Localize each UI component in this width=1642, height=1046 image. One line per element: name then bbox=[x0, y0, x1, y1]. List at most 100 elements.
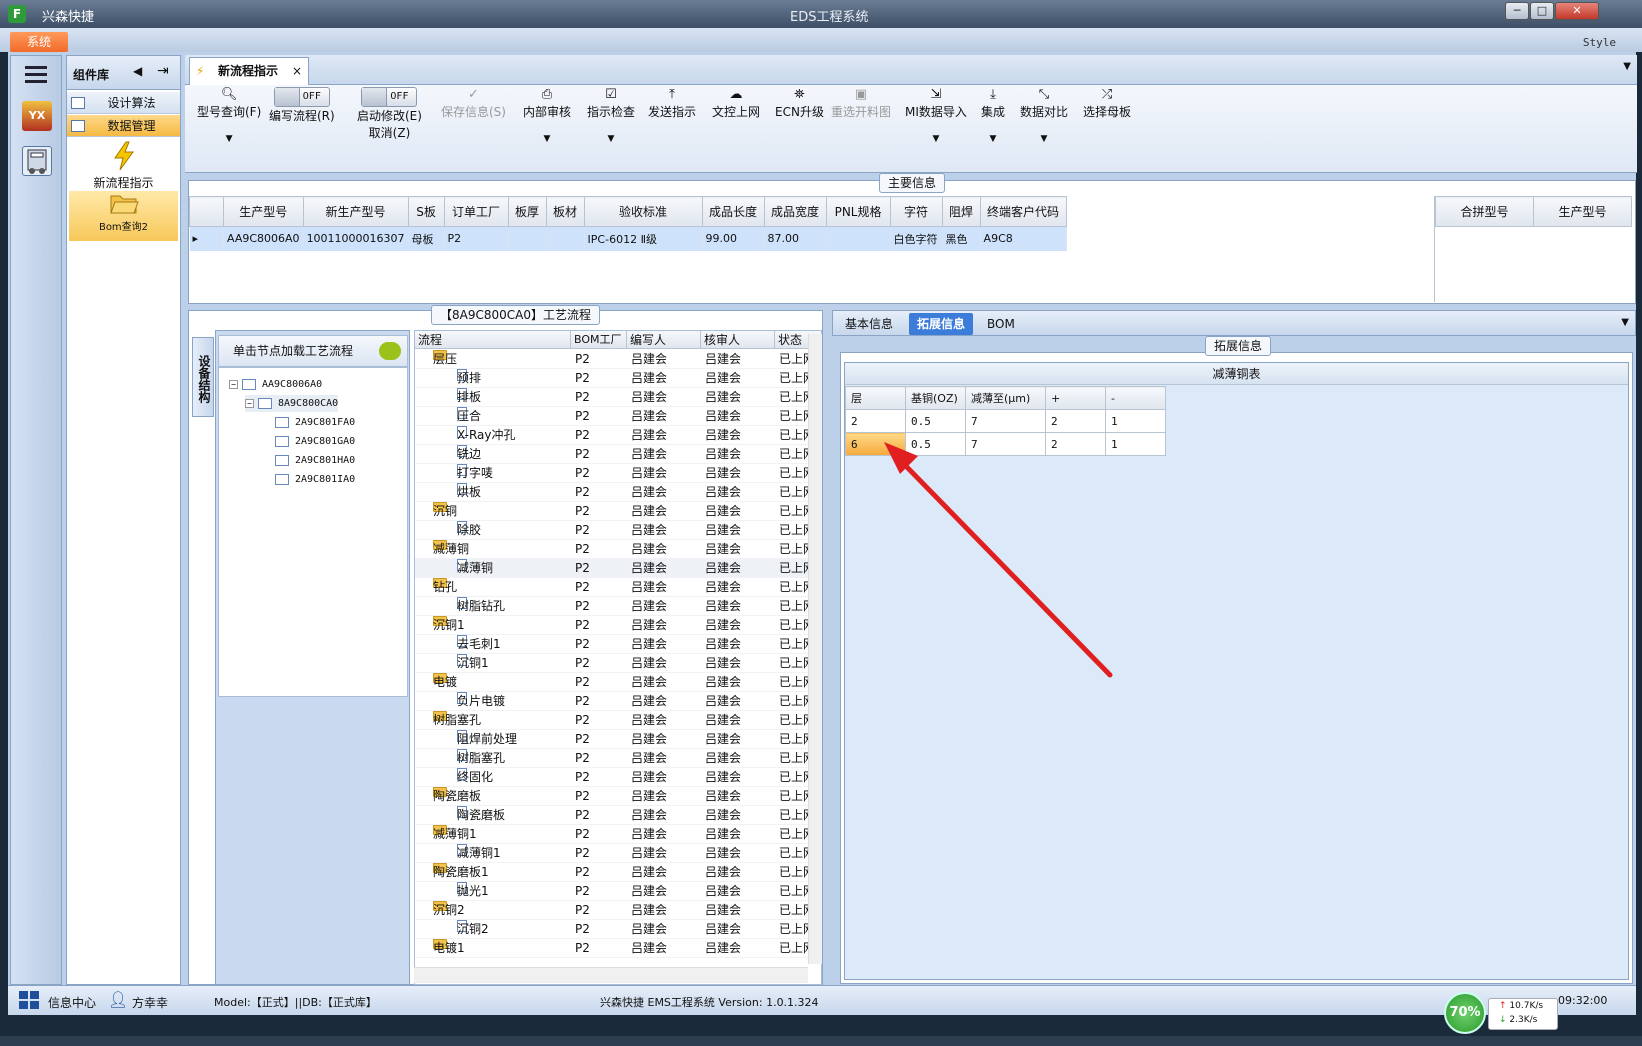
select-mother-board-button[interactable]: ⤮ 选择母板 bbox=[1083, 87, 1131, 120]
table-row[interactable]: 阻焊前处理 P2 吕建会 吕建会 已上网 bbox=[415, 730, 815, 749]
table-cell[interactable]: 7 bbox=[965, 409, 1046, 433]
table-row[interactable]: −树脂塞孔P2吕建会吕建会已上网 bbox=[415, 711, 815, 730]
table-row[interactable]: −沉铜2P2吕建会吕建会已上网 bbox=[415, 901, 815, 920]
table-row[interactable]: −减薄铜P2吕建会吕建会已上网 bbox=[415, 540, 815, 559]
ecn-upgrade-button[interactable]: ⛯ ECN升级 bbox=[775, 87, 824, 120]
table-row[interactable]: 铣边 P2 吕建会 吕建会 已上网 bbox=[415, 445, 815, 464]
table-row[interactable]: 沉铜2 P2 吕建会 吕建会 已上网 bbox=[415, 920, 815, 939]
table-cell[interactable] bbox=[826, 226, 891, 251]
minimize-button[interactable]: ─ bbox=[1505, 2, 1529, 20]
table-row[interactable]: 终固化 P2 吕建会 吕建会 已上网 bbox=[415, 768, 815, 787]
table-row[interactable]: −电镀P2吕建会吕建会已上网 bbox=[415, 673, 815, 692]
tab-basic-info[interactable]: 基本信息 bbox=[837, 313, 901, 335]
table-cell[interactable]: A9C8 bbox=[980, 226, 1067, 251]
tab-bom[interactable]: BOM bbox=[979, 313, 1023, 335]
tab-dropdown-icon[interactable]: ▼ bbox=[1621, 317, 1629, 328]
table-row[interactable]: 排板 P2 吕建会 吕建会 已上网 bbox=[415, 388, 815, 407]
table-cell[interactable]: P2 bbox=[444, 226, 509, 251]
table-cell[interactable]: IPC-6012 Ⅱ级 bbox=[584, 226, 703, 251]
column-header[interactable]: 编写人 bbox=[627, 331, 701, 349]
hamburger-icon[interactable] bbox=[25, 66, 47, 69]
tree-node[interactable]: 2A9C801FA0 bbox=[275, 414, 355, 431]
grid-apps-icon[interactable] bbox=[18, 990, 40, 1010]
column-header[interactable]: 阻焊 bbox=[941, 196, 981, 227]
column-header[interactable]: 成品长度 bbox=[701, 196, 765, 227]
column-header[interactable]: 订单工厂 bbox=[443, 196, 509, 227]
instruction-check-button[interactable]: ☑ 指示检查 ▼ bbox=[587, 87, 635, 144]
table-row[interactable]: −层压P2吕建会吕建会已上网 bbox=[415, 350, 815, 369]
table-cell[interactable]: 7 bbox=[965, 432, 1046, 456]
table-row[interactable]: 沉铜1 P2 吕建会 吕建会 已上网 bbox=[415, 654, 815, 673]
tree-node[interactable]: − AA9C8006A0 bbox=[229, 376, 322, 393]
table-row[interactable]: 树脂塞孔 P2 吕建会 吕建会 已上网 bbox=[415, 749, 815, 768]
column-header[interactable]: BOM工厂 bbox=[571, 331, 627, 349]
bom-query-item[interactable]: Bom查询2 bbox=[69, 191, 178, 241]
table-row[interactable]: 除胶 P2 吕建会 吕建会 已上网 bbox=[415, 521, 815, 540]
tree-node[interactable]: −8A9C800CA0 bbox=[245, 395, 339, 412]
column-header[interactable]: 板厚 bbox=[507, 196, 547, 227]
column-header[interactable]: PNL规格 bbox=[825, 196, 891, 227]
maximize-button[interactable]: □ bbox=[1530, 2, 1554, 20]
table-cell[interactable]: AA9C8006A0 bbox=[223, 226, 304, 251]
column-header[interactable]: 字符 bbox=[889, 196, 943, 227]
close-tab-icon[interactable]: × bbox=[292, 58, 302, 84]
table-cell[interactable]: 87.00 bbox=[764, 226, 827, 251]
table-row[interactable]: X-Ray冲孔 P2 吕建会 吕建会 已上网 bbox=[415, 426, 815, 445]
table-cell-selected[interactable]: 6 bbox=[845, 432, 906, 456]
column-header[interactable]: 减薄至(μm) bbox=[965, 386, 1046, 410]
data-compare-button[interactable]: ⤡ 数据对比 ▼ bbox=[1020, 87, 1068, 144]
table-row[interactable]: −电镀1P2吕建会吕建会已上网 bbox=[415, 939, 815, 958]
network-widget[interactable]: 70% ↑ 10.7K/s ↓ 2.3K/s bbox=[1440, 992, 1560, 1036]
table-cell[interactable]: 0.5 bbox=[905, 409, 966, 433]
collapse-left-icon[interactable]: ◀ bbox=[133, 64, 142, 78]
table-row[interactable]: 预排 P2 吕建会 吕建会 已上网 bbox=[415, 369, 815, 388]
reselect-drawing-button[interactable]: ▣ 重选开料图 bbox=[831, 87, 891, 120]
column-header[interactable]: 成品宽度 bbox=[763, 196, 827, 227]
component-item-design-algorithm[interactable]: 设计算法 bbox=[67, 92, 180, 114]
pin-icon[interactable]: ⇥ bbox=[157, 63, 169, 79]
table-row[interactable]: −沉铜1P2吕建会吕建会已上网 bbox=[415, 616, 815, 635]
column-header[interactable]: 基铜(OZ) bbox=[905, 386, 966, 410]
send-instruction-button[interactable]: ⤒ 发送指示 bbox=[648, 87, 696, 120]
calculator-icon[interactable] bbox=[22, 146, 52, 176]
table-cell[interactable]: 99.00 bbox=[702, 226, 765, 251]
tree-node[interactable]: 2A9C801HA0 bbox=[275, 452, 355, 469]
column-header[interactable]: 板材 bbox=[545, 196, 585, 227]
tab-new-flow-instruction[interactable]: ⚡ 新流程指示 × bbox=[189, 57, 309, 85]
save-info-button[interactable]: ✓ 保存信息(S) bbox=[441, 87, 506, 120]
cancel-label[interactable]: 取消(Z) bbox=[369, 126, 411, 140]
column-header[interactable]: 生产型号 bbox=[223, 196, 304, 227]
table-row[interactable]: −陶瓷磨板P2吕建会吕建会已上网 bbox=[415, 787, 815, 806]
table-row[interactable]: 压合 P2 吕建会 吕建会 已上网 bbox=[415, 407, 815, 426]
integration-button[interactable]: ⤓ 集成 ▼ bbox=[981, 87, 1005, 144]
mi-import-button[interactable]: ⇲ MI数据导入 ▼ bbox=[905, 87, 967, 144]
column-header[interactable]: 验收标准 bbox=[583, 196, 703, 227]
tab-extended-info[interactable]: 拓展信息 bbox=[909, 313, 974, 335]
factory-icon[interactable]: YX bbox=[22, 101, 52, 131]
production-model-header[interactable]: 生产型号 bbox=[1533, 196, 1632, 227]
table-row[interactable]: 抛光1 P2 吕建会 吕建会 已上网 bbox=[415, 882, 815, 901]
table-row[interactable]: 减薄铜1 P2 吕建会 吕建会 已上网 bbox=[415, 844, 815, 863]
tree-node[interactable]: 2A9C801GA0 bbox=[275, 433, 355, 450]
model-query-button[interactable]: 🔍︎ 型号查询(F) ▼ bbox=[197, 87, 261, 144]
column-header[interactable]: 层 bbox=[845, 386, 906, 410]
merge-model-header[interactable]: 合拼型号 bbox=[1435, 196, 1534, 227]
table-row[interactable]: 减薄铜 P2 吕建会 吕建会 已上网 bbox=[415, 559, 815, 578]
table-row[interactable]: −沉铜P2吕建会吕建会已上网 bbox=[415, 502, 815, 521]
table-cell[interactable]: 2 bbox=[1045, 432, 1106, 456]
table-cell[interactable] bbox=[546, 226, 585, 251]
off-toggle[interactable]: OFF bbox=[273, 87, 330, 107]
table-cell[interactable] bbox=[508, 226, 547, 251]
table-cell[interactable]: 2 bbox=[1045, 409, 1106, 433]
start-modify-toggle[interactable]: OFF 启动修改(E) 取消(Z) bbox=[357, 87, 422, 141]
new-flow-instruction-item[interactable]: 新流程指示 bbox=[69, 141, 178, 191]
horizontal-scrollbar[interactable] bbox=[414, 967, 808, 983]
tree-node[interactable]: 2A9C801IA0 bbox=[275, 471, 355, 488]
table-cell[interactable]: 0.5 bbox=[905, 432, 966, 456]
table-cell[interactable]: 白色字符 bbox=[890, 226, 943, 251]
table-row[interactable]: 负片电镀 P2 吕建会 吕建会 已上网 bbox=[415, 692, 815, 711]
column-header[interactable]: 流程 bbox=[415, 331, 571, 349]
table-row[interactable]: 陶瓷磨板 P2 吕建会 吕建会 已上网 bbox=[415, 806, 815, 825]
close-button[interactable]: ✕ bbox=[1555, 2, 1599, 20]
table-row[interactable]: −减薄铜1P2吕建会吕建会已上网 bbox=[415, 825, 815, 844]
